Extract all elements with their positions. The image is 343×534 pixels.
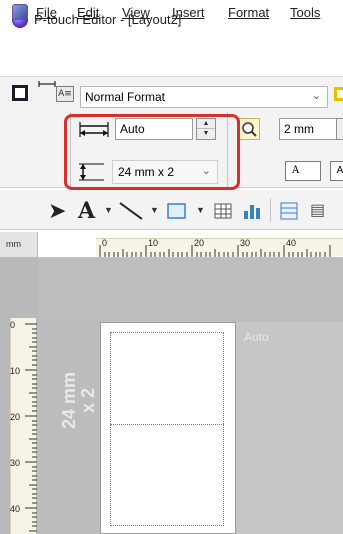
vertical-ruler-tick-label: 40 xyxy=(10,504,21,514)
menu-bar xyxy=(0,46,343,70)
select-arrow-icon[interactable]: ➤ xyxy=(48,199,66,223)
tape-size-indicator: 24 mm x 2 xyxy=(50,372,100,522)
more-tools-icon[interactable]: ▤ xyxy=(310,199,325,223)
highlight-frame-icon[interactable] xyxy=(334,87,343,101)
text-tool-icon[interactable]: A xyxy=(78,199,95,223)
menu-tools[interactable]: Tools xyxy=(290,5,320,20)
vertical-ruler-tick-label: 30 xyxy=(10,458,21,468)
chevron-down-icon: ⌄ xyxy=(311,90,321,102)
length-tape-highlight xyxy=(64,114,240,190)
ruler-unit: mm xyxy=(0,232,38,258)
menu-insert[interactable]: Insert xyxy=(172,5,205,20)
chevron-down-icon[interactable]: ▼ xyxy=(104,205,113,215)
vertical-ruler-ticks xyxy=(25,323,37,532)
chart-tool-icon[interactable] xyxy=(241,199,263,223)
printable-area xyxy=(110,332,224,526)
toolbar-divider xyxy=(270,198,271,222)
table-tool-icon[interactable] xyxy=(213,199,233,223)
text-frame-button[interactable]: A xyxy=(285,161,321,181)
chevron-down-icon[interactable]: ▼ xyxy=(150,205,159,215)
ruler-tick-label: 0 xyxy=(102,238,108,248)
page-setup-icon[interactable] xyxy=(12,85,28,101)
vertical-ruler-tick-label: 10 xyxy=(10,366,21,376)
menu-file[interactable]: File xyxy=(36,5,57,20)
menu-format[interactable]: Format xyxy=(228,5,269,20)
line-tool-icon[interactable] xyxy=(118,199,144,223)
margin-input[interactable]: 2 mm xyxy=(279,118,337,140)
menu-view[interactable]: View xyxy=(122,5,150,20)
page-width-icon xyxy=(38,81,56,87)
auto-length-label: Auto xyxy=(244,330,269,344)
margin-input-value: 2 mm xyxy=(284,122,314,136)
label-length-area xyxy=(236,322,343,534)
vertical-ruler-tick-label: 20 xyxy=(10,412,21,422)
format-select-value: Normal Format xyxy=(85,90,166,104)
margin-spinner[interactable] xyxy=(336,118,343,140)
vertical-ruler-tick-label: 0 xyxy=(10,320,16,330)
ruler-tick-label: 30 xyxy=(240,238,251,248)
vertical-ruler-scale xyxy=(10,318,37,534)
ruler-tick-label: 20 xyxy=(194,238,205,248)
database-tool-icon[interactable] xyxy=(278,199,300,223)
format-icon: A≡ xyxy=(56,86,74,102)
tape-size-label: 24 mm x 2 xyxy=(59,372,98,430)
ruler-tick-label: 40 xyxy=(286,238,297,248)
chevron-down-icon[interactable]: ▼ xyxy=(196,205,205,215)
ruler-ticks xyxy=(99,245,331,257)
text-frame-button-2[interactable]: A xyxy=(330,161,343,181)
menu-edit[interactable]: Edit xyxy=(77,5,99,20)
zoom-icon[interactable] xyxy=(238,118,260,140)
document-icon[interactable] xyxy=(12,4,28,20)
ruler-tick-label: 10 xyxy=(148,238,159,248)
ruler-scale xyxy=(96,238,343,257)
rectangle-tool-icon[interactable] xyxy=(166,199,188,223)
format-select[interactable]: Normal Format ⌄ xyxy=(80,86,328,108)
workspace-top-area xyxy=(38,258,343,322)
label-split-line xyxy=(110,424,224,425)
